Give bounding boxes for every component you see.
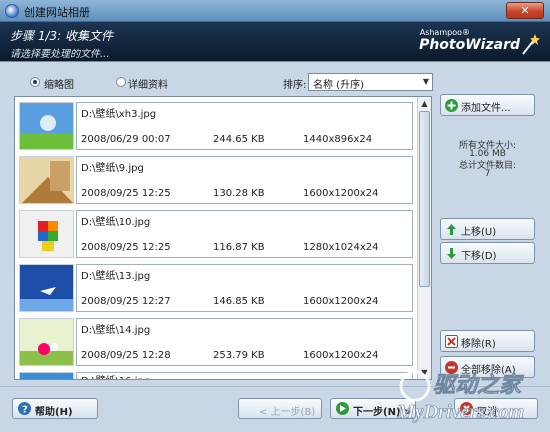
- thumbnail-image: [19, 102, 74, 150]
- file-path: D:\壁纸\16.jpg: [81, 372, 150, 379]
- list-item[interactable]: D:\壁纸\10.jpg 2008/09/25 12:25 116.87 KB …: [19, 210, 413, 260]
- close-button[interactable]: ✕: [506, 2, 544, 19]
- step-title: 步骤 1/3: 收集文件: [10, 29, 113, 43]
- list-item[interactable]: D:\壁纸\16.jpg: [19, 372, 413, 379]
- file-path: D:\壁纸\13.jpg: [81, 271, 151, 282]
- help-button[interactable]: ? 帮助(H): [12, 398, 98, 419]
- file-resolution: 1600x1200x24: [303, 296, 379, 307]
- back-button[interactable]: < 上一步(B): [238, 398, 322, 419]
- sort-value: 名称 (升序): [313, 80, 364, 91]
- title-bar: 创建网站相册 ✕: [0, 0, 550, 22]
- arrow-right-icon: [336, 402, 349, 415]
- thumbnail-image: [19, 318, 74, 366]
- file-details: D:\壁纸\9.jpg 2008/09/25 12:25 130.28 KB 1…: [76, 156, 413, 204]
- file-size: 244.65 KB: [213, 134, 265, 145]
- file-path: D:\壁纸\xh3.jpg: [81, 109, 157, 120]
- list-item[interactable]: D:\壁纸\14.jpg 2008/09/25 12:28 253.79 KB …: [19, 318, 413, 368]
- file-resolution: 1600x1200x24: [303, 188, 379, 199]
- help-icon: ?: [18, 402, 31, 416]
- file-details: D:\壁纸\xh3.jpg 2008/06/29 00:07 244.65 KB…: [76, 102, 413, 150]
- arrow-up-icon: [445, 223, 458, 236]
- file-resolution: 1600x1200x24: [303, 350, 379, 361]
- brand-vendor: Ashampoo®: [419, 28, 470, 37]
- brand-logo: PhotoWizard: [419, 37, 520, 53]
- thumbnail-image: [19, 156, 74, 204]
- watermark-logo: 驱动之家 MyDrivers.com: [396, 370, 525, 423]
- file-details: D:\壁纸\16.jpg: [76, 372, 413, 379]
- remove-button[interactable]: 移除(R): [440, 330, 535, 352]
- file-size: 146.85 KB: [213, 296, 265, 307]
- file-date: 2008/09/25 12:27: [81, 296, 171, 307]
- list-item[interactable]: D:\壁纸\13.jpg 2008/09/25 12:27 146.85 KB …: [19, 264, 413, 314]
- window-title: 创建网站相册: [24, 6, 90, 19]
- thumbnails-radio[interactable]: [30, 77, 40, 87]
- app-icon: [5, 4, 19, 18]
- file-size: 130.28 KB: [213, 188, 265, 199]
- list-item[interactable]: D:\壁纸\9.jpg 2008/09/25 12:25 130.28 KB 1…: [19, 156, 413, 206]
- sort-label: 排序:: [283, 80, 307, 91]
- list-item[interactable]: D:\壁纸\xh3.jpg 2008/06/29 00:07 244.65 KB…: [19, 102, 413, 152]
- view-options: 缩略图 详细资料 排序: 名称 (升序) ▼: [14, 70, 434, 94]
- scroll-thumb[interactable]: [419, 111, 430, 287]
- file-date: 2008/09/25 12:28: [81, 350, 171, 361]
- file-details: D:\壁纸\13.jpg 2008/09/25 12:27 146.85 KB …: [76, 264, 413, 312]
- total-count-value: 7: [484, 169, 491, 179]
- move-down-button[interactable]: 下移(D): [440, 242, 535, 264]
- chevron-down-icon: ▼: [422, 77, 429, 86]
- thumbnail-image: [19, 264, 74, 312]
- thumbnail-image: [19, 210, 74, 258]
- thumbnails-label[interactable]: 缩略图: [44, 76, 74, 91]
- thumbnail-image: [19, 372, 74, 379]
- file-resolution: 1440x896x24: [303, 134, 373, 145]
- main-panel: 缩略图 详细资料 排序: 名称 (升序) ▼ D:\壁纸\xh3.jpg 200…: [0, 62, 550, 386]
- details-radio[interactable]: [116, 77, 126, 87]
- scroll-up-icon[interactable]: ▲: [418, 97, 431, 110]
- file-date: 2008/09/25 12:25: [81, 242, 171, 253]
- file-path: D:\壁纸\9.jpg: [81, 163, 144, 174]
- file-details: D:\壁纸\10.jpg 2008/09/25 12:25 116.87 KB …: [76, 210, 413, 258]
- wizard-header: 步骤 1/3: 收集文件 请选择要处理的文件... Ashampoo® Phot…: [0, 22, 550, 62]
- arrow-down-icon: [445, 247, 458, 260]
- remove-icon: [445, 335, 458, 348]
- file-date: 2008/09/25 12:25: [81, 188, 171, 199]
- svg-text:?: ?: [22, 405, 28, 416]
- file-date: 2008/06/29 00:07: [81, 134, 171, 145]
- list-scrollbar[interactable]: ▲ ▼: [417, 97, 431, 379]
- svg-text:MyDrivers.com: MyDrivers.com: [396, 401, 524, 423]
- file-path: D:\壁纸\14.jpg: [81, 325, 151, 336]
- sort-dropdown[interactable]: 名称 (升序) ▼: [308, 73, 433, 91]
- file-resolution: 1280x1024x24: [303, 242, 379, 253]
- file-details: D:\壁纸\14.jpg 2008/09/25 12:28 253.79 KB …: [76, 318, 413, 366]
- file-size: 116.87 KB: [213, 242, 265, 253]
- plus-icon: [445, 99, 458, 112]
- file-size: 253.79 KB: [213, 350, 265, 361]
- svg-text:驱动之家: 驱动之家: [433, 372, 524, 398]
- step-subtitle: 请选择要处理的文件...: [10, 49, 110, 60]
- file-list[interactable]: D:\壁纸\xh3.jpg 2008/06/29 00:07 244.65 KB…: [14, 96, 432, 380]
- move-up-button[interactable]: 上移(U): [440, 218, 535, 240]
- file-path: D:\壁纸\10.jpg: [81, 217, 151, 228]
- add-files-button[interactable]: 添加文件...: [440, 94, 535, 116]
- wand-icon: [522, 34, 540, 55]
- details-label[interactable]: 详细资料: [128, 76, 168, 91]
